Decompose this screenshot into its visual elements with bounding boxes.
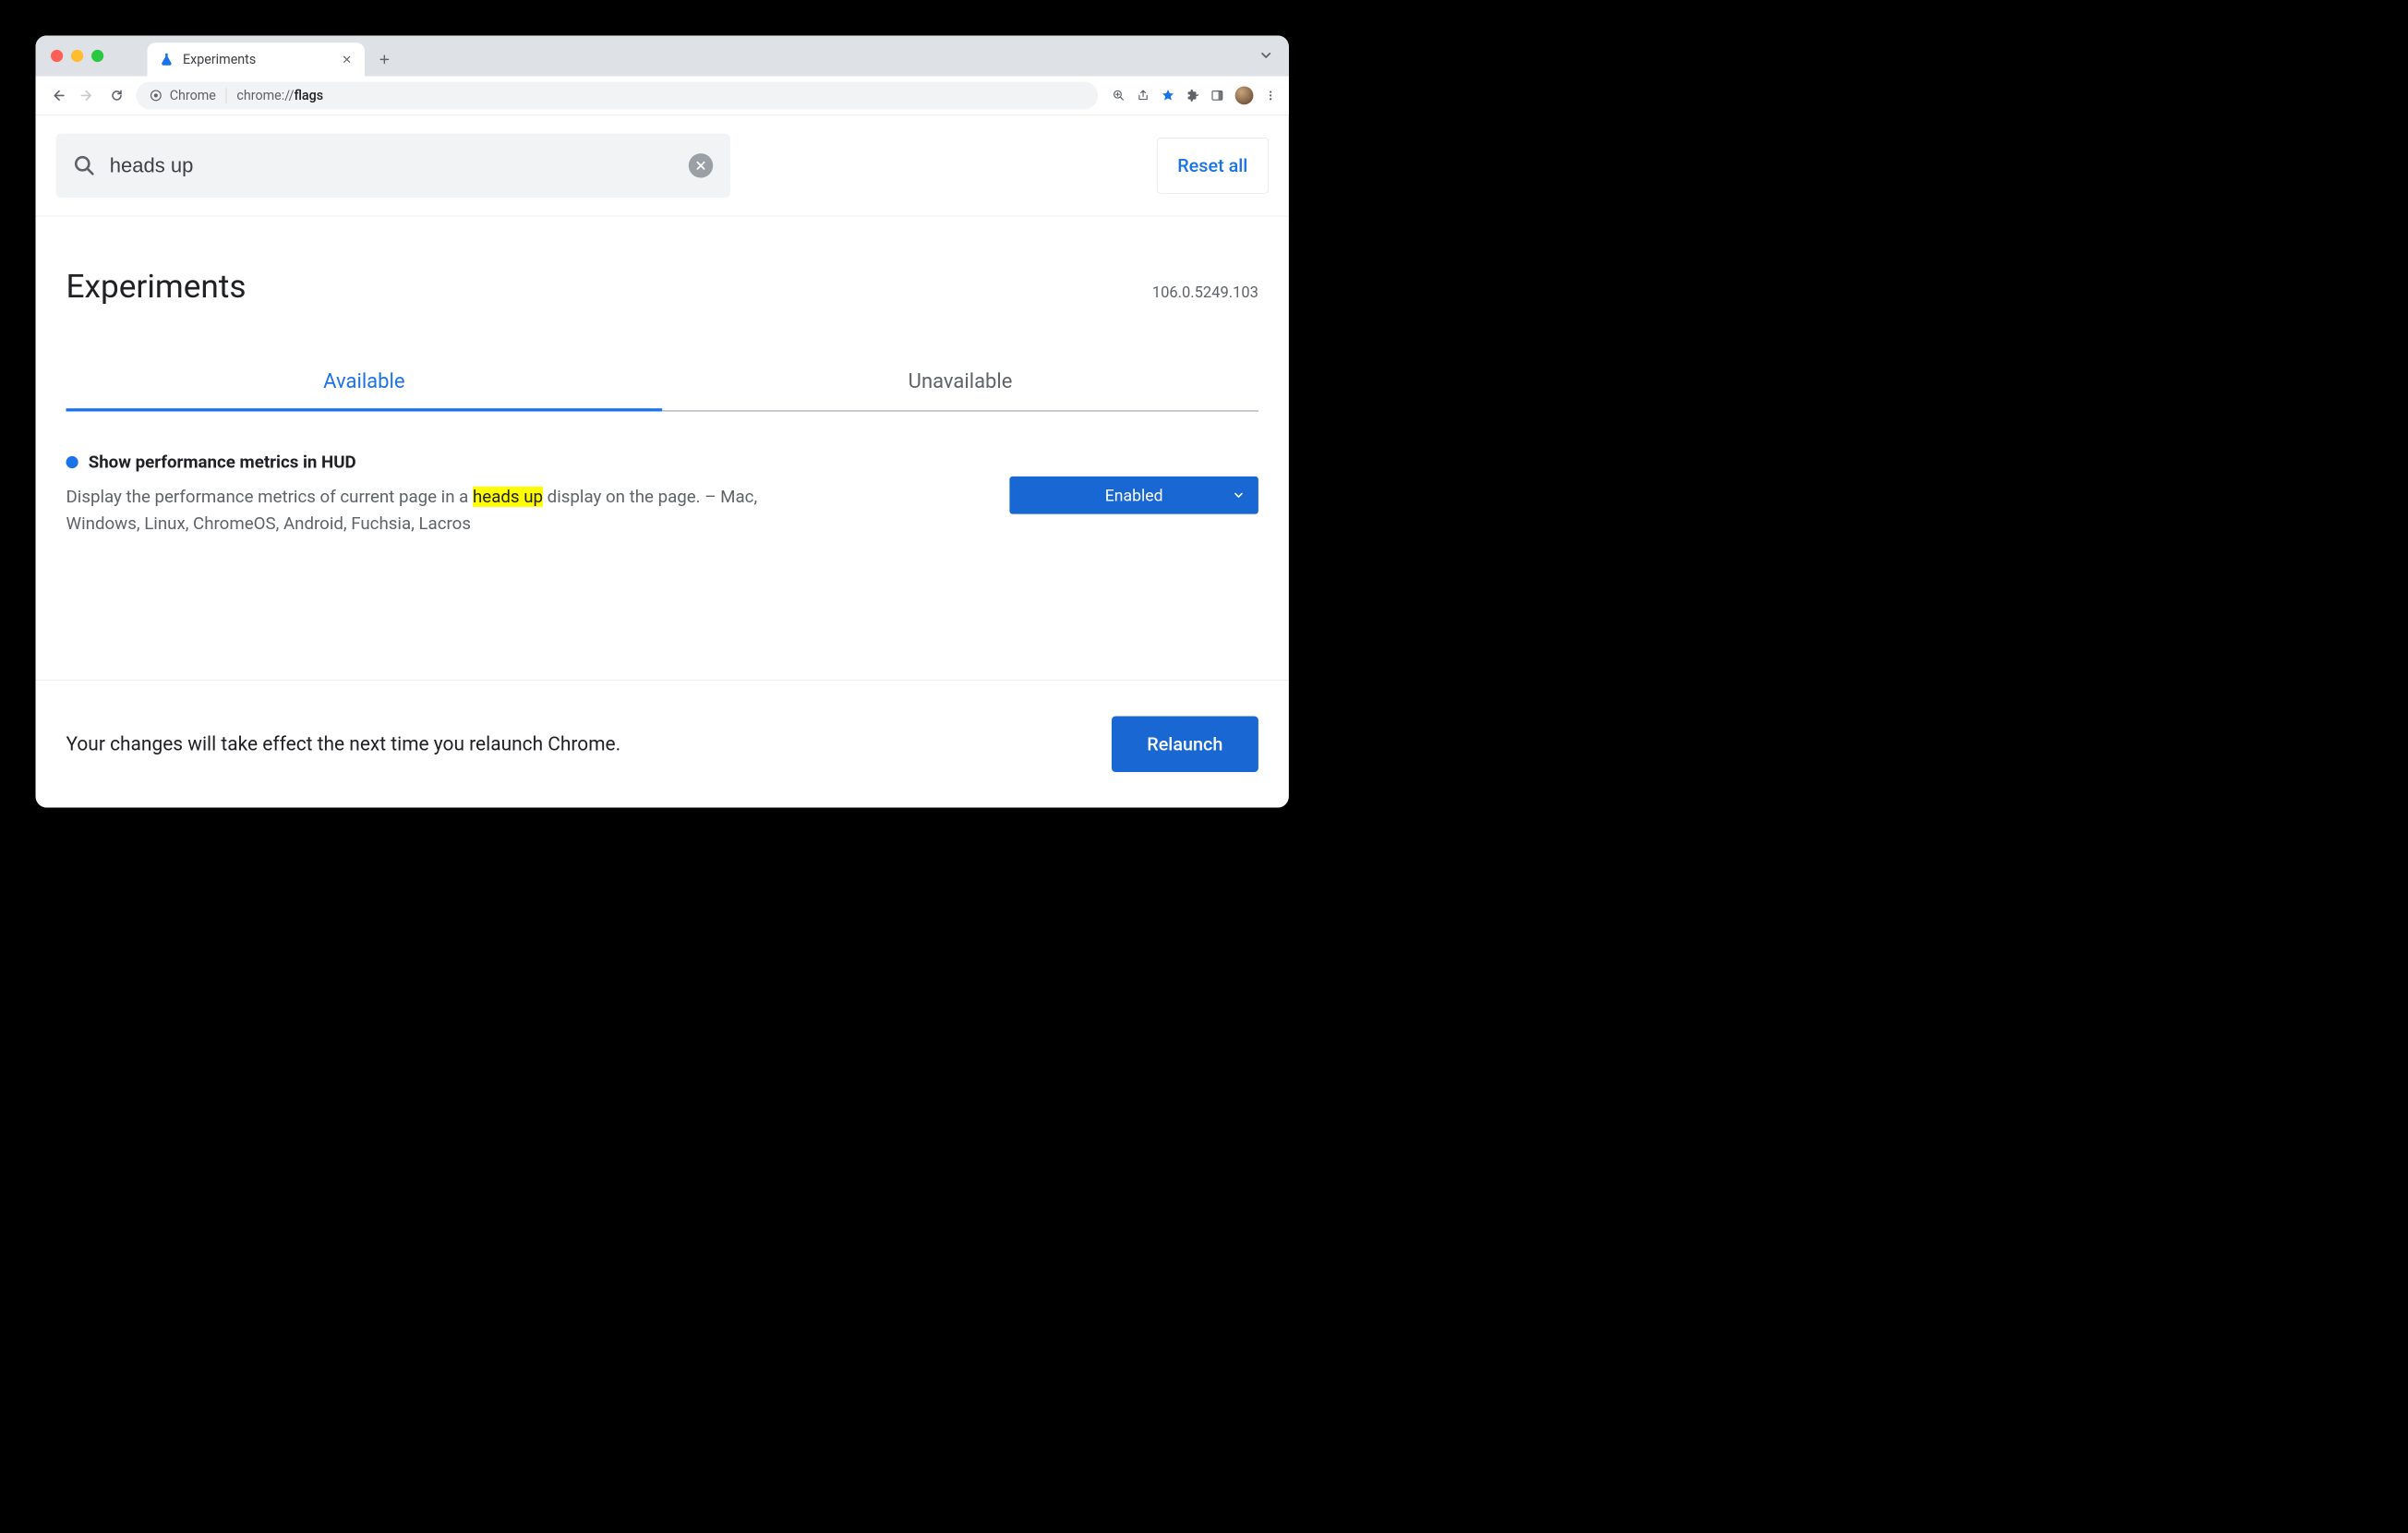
window-minimize-button[interactable] [71, 50, 83, 62]
relaunch-message: Your changes will take effect the next t… [66, 733, 621, 755]
toolbar-actions [1113, 87, 1277, 105]
tab-available[interactable]: Available [66, 356, 663, 412]
search-icon [73, 154, 95, 176]
browser-window: Experiments [36, 36, 1289, 808]
back-button[interactable] [48, 85, 68, 105]
address-bar[interactable]: Chrome chrome://flags [136, 82, 1098, 110]
flags-tabs: Available Unavailable [66, 356, 1258, 412]
changed-indicator-dot [66, 456, 78, 468]
flag-title: Show performance metrics in HUD [66, 453, 980, 473]
window-zoom-button[interactable] [91, 50, 103, 62]
address-divider [226, 88, 227, 103]
share-icon[interactable] [1137, 89, 1150, 102]
tab-available-label: Available [323, 369, 404, 393]
bookmark-star-icon[interactable] [1161, 89, 1174, 103]
flag-state-select[interactable]: Enabled [1009, 477, 1258, 514]
content-area: Reset all Experiments 106.0.5249.103 Ava… [36, 115, 1289, 808]
page-title: Experiments [66, 267, 247, 305]
version-label: 106.0.5249.103 [1152, 284, 1258, 301]
tab-title: Experiments [183, 52, 332, 66]
relaunch-button[interactable]: Relaunch [1112, 717, 1258, 773]
tab-strip: Experiments [36, 36, 1289, 77]
search-row: Reset all [36, 115, 1289, 216]
toolbar: Chrome chrome://flags [36, 77, 1289, 115]
flag-row: Show performance metrics in HUD Display … [66, 412, 1258, 558]
window-close-button[interactable] [51, 50, 63, 62]
flags-search[interactable] [56, 134, 730, 198]
close-tab-icon[interactable] [342, 54, 353, 65]
flag-title-text: Show performance metrics in HUD [89, 453, 356, 473]
relaunch-label: Relaunch [1147, 733, 1222, 754]
browser-tab[interactable]: Experiments [148, 42, 365, 76]
site-info-icon[interactable] [150, 89, 163, 102]
kebab-menu-icon[interactable] [1265, 90, 1277, 102]
reset-all-label: Reset all [1177, 155, 1247, 176]
address-path: flags [294, 88, 323, 103]
flags-search-input[interactable] [109, 153, 676, 177]
flag-desc-before: Display the performance metrics of curre… [66, 487, 473, 507]
extensions-icon[interactable] [1186, 89, 1199, 102]
forward-button[interactable] [78, 85, 98, 105]
profile-avatar[interactable] [1235, 87, 1254, 105]
tab-overflow-icon[interactable] [1258, 48, 1274, 64]
new-tab-button[interactable] [372, 47, 398, 72]
relaunch-bar: Your changes will take effect the next t… [36, 680, 1289, 807]
address-url: chrome://flags [236, 88, 323, 103]
address-label: Chrome [170, 88, 216, 103]
tab-unavailable[interactable]: Unavailable [662, 356, 1258, 412]
tab-unavailable-label: Unavailable [909, 369, 1013, 393]
zoom-icon[interactable] [1113, 89, 1126, 102]
address-scheme: chrome:// [236, 88, 294, 103]
flag-state-label: Enabled [1105, 486, 1163, 505]
side-panel-icon[interactable] [1210, 89, 1223, 102]
clear-search-button[interactable] [689, 153, 713, 177]
flask-icon [160, 53, 174, 66]
chevron-down-icon [1232, 489, 1245, 501]
page-body: Experiments 106.0.5249.103 Available Una… [36, 216, 1289, 680]
reset-all-button[interactable]: Reset all [1157, 138, 1269, 194]
reload-button[interactable] [107, 85, 127, 105]
window-controls [51, 50, 103, 62]
flag-desc-highlight: heads up [473, 487, 543, 507]
flag-description: Display the performance metrics of curre… [66, 484, 803, 537]
